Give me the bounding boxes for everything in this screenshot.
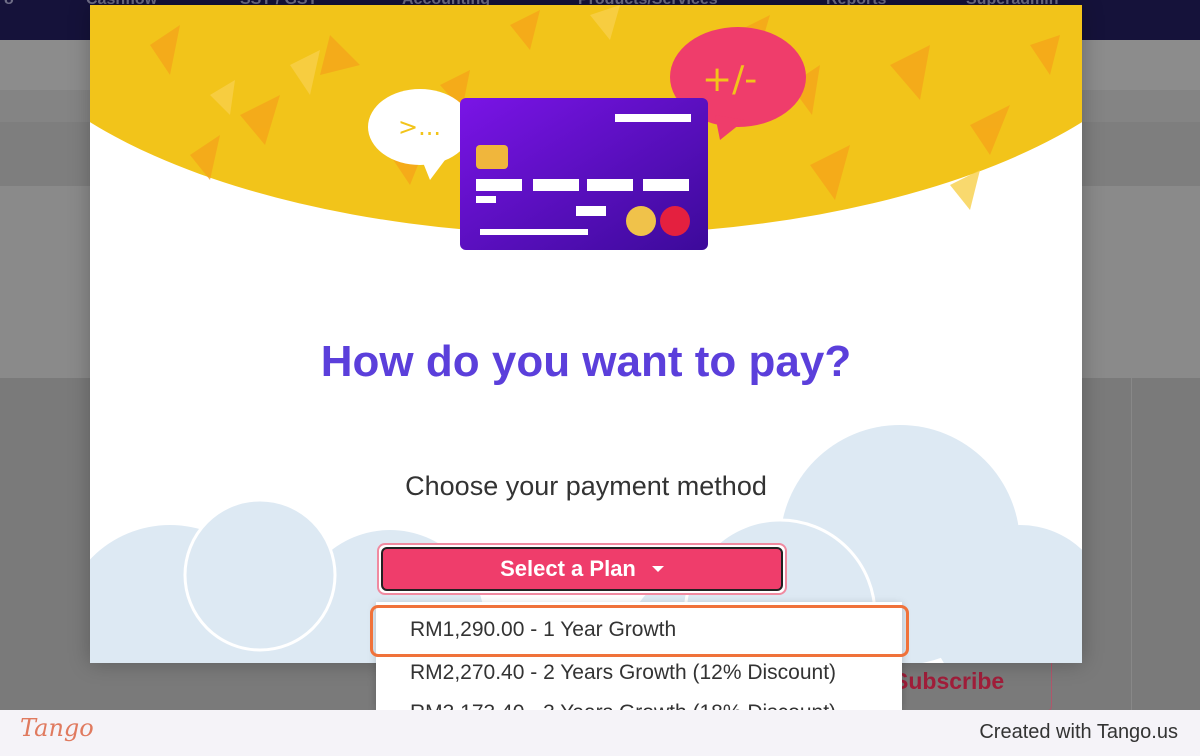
- tango-footer: Tango Created with Tango.us: [0, 710, 1200, 756]
- plan-option-1-year[interactable]: RM1,290.00 - 1 Year Growth: [376, 607, 902, 653]
- select-plan-label: Select a Plan: [500, 556, 636, 581]
- footer-credit: Created with Tango.us: [979, 721, 1178, 743]
- plan-option-3-years[interactable]: RM3,173.40 - 3 Years Growth (18% Discoun…: [376, 690, 902, 710]
- caret-down-icon: [651, 566, 664, 572]
- credit-card-icon: [460, 98, 708, 250]
- select-plan-button-face[interactable]: Select a Plan: [381, 547, 783, 591]
- background-divider: [1131, 378, 1132, 710]
- nav-item[interactable]: ð: [4, 0, 14, 9]
- svg-text:+/-: +/-: [702, 59, 757, 100]
- hero-illustration: >... +/-: [90, 5, 1082, 250]
- modal-title: How do you want to pay?: [320, 337, 852, 386]
- tango-logo: Tango: [20, 714, 94, 742]
- plan-dropdown-menu: RM1,290.00 - 1 Year Growth RM2,270.40 - …: [376, 602, 902, 710]
- payment-modal: >... +/- How do you want to pay? Choose …: [90, 5, 1082, 663]
- select-plan-button[interactable]: Select a Plan: [377, 543, 787, 595]
- svg-text:>...: >...: [398, 113, 441, 141]
- modal-subtitle: Choose your payment method: [405, 471, 767, 501]
